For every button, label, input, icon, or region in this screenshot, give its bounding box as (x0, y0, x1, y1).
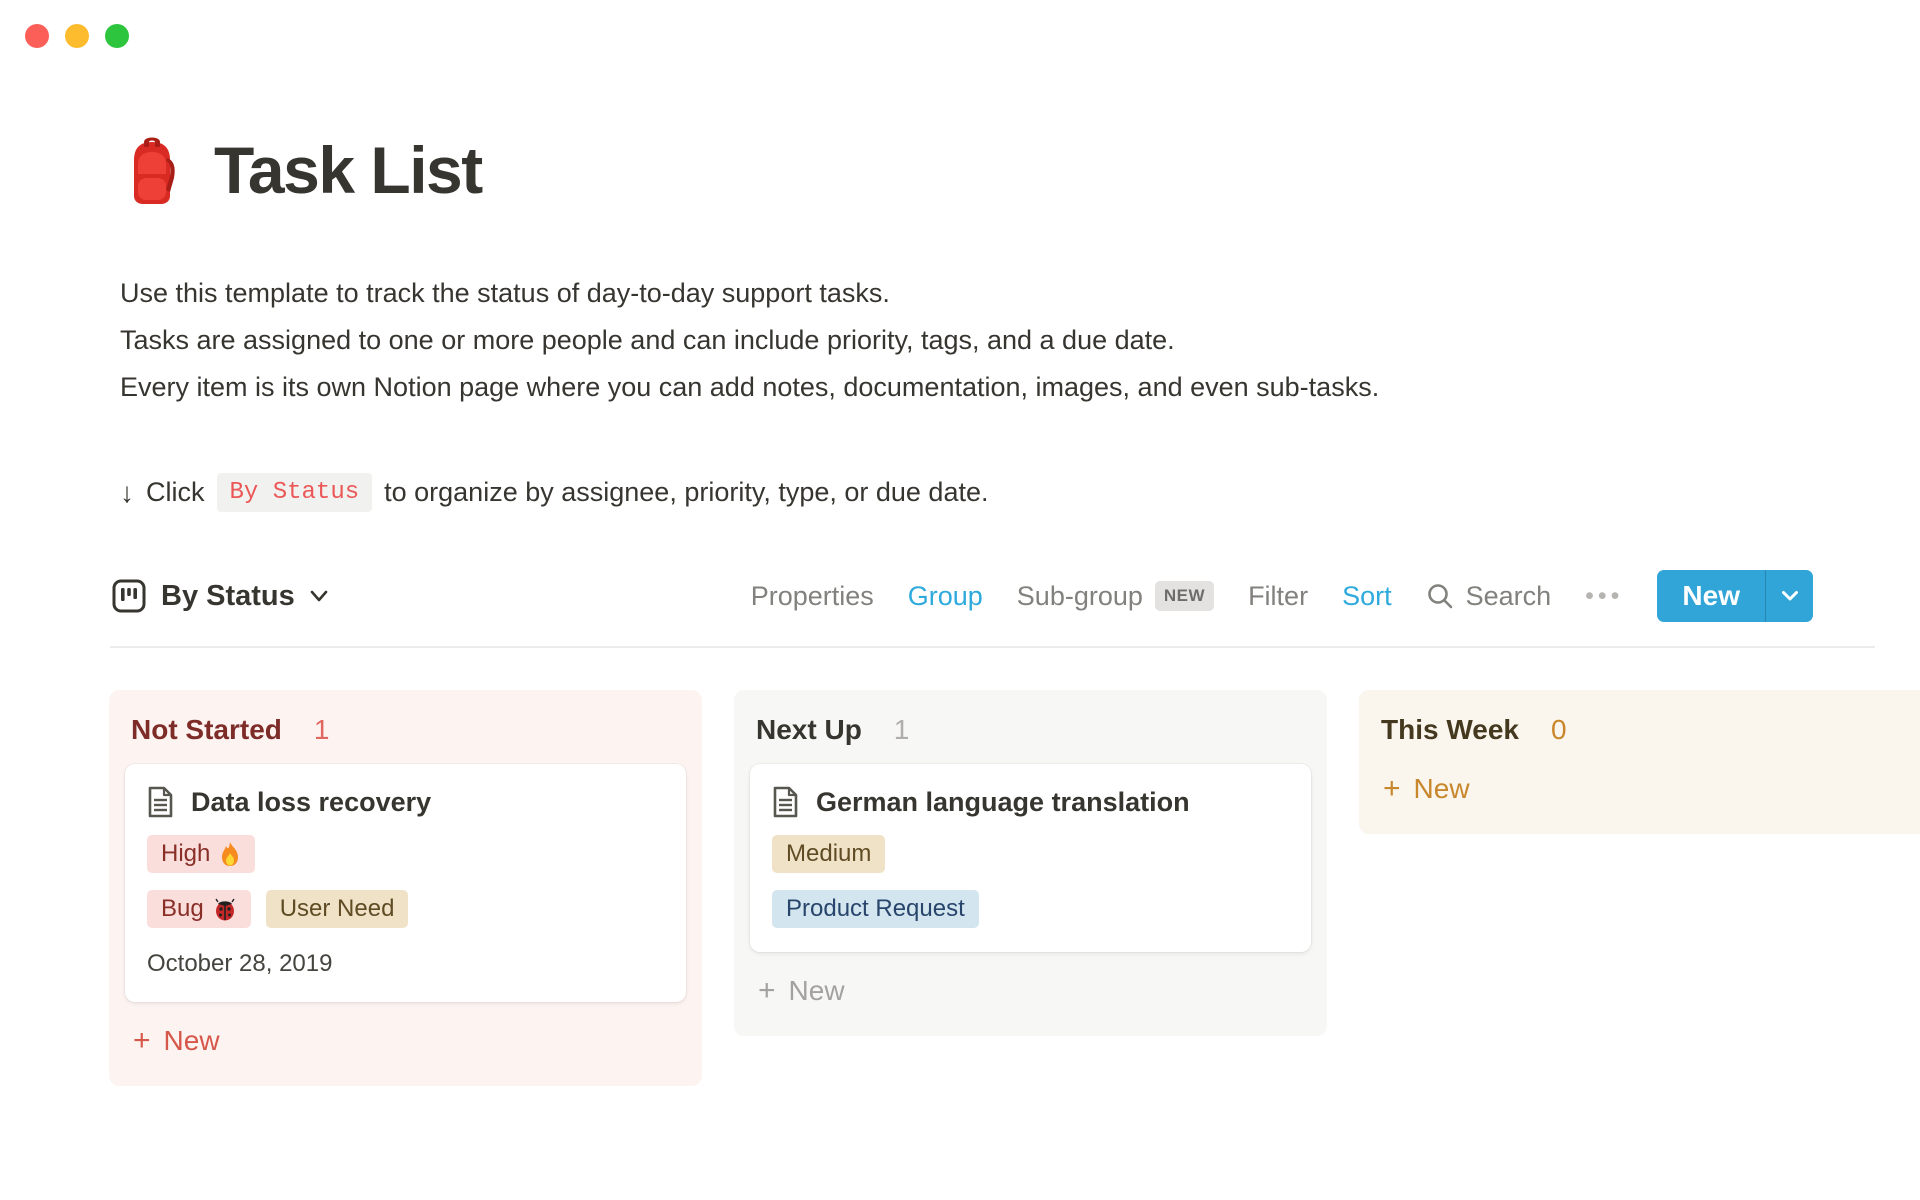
sub-group-button[interactable]: Sub-group NEW (1017, 581, 1214, 612)
ladybug-emoji-icon (213, 897, 237, 921)
task-card-data-loss-recovery[interactable]: Data loss recovery High Bug (125, 764, 686, 1002)
close-button[interactable] (25, 24, 49, 48)
tag-label: Bug (161, 895, 204, 923)
sort-button[interactable]: Sort (1342, 581, 1392, 612)
column-count: 1 (894, 714, 910, 746)
hint-pre-text: Click (146, 477, 205, 508)
search-icon (1426, 582, 1454, 610)
card-due-date: October 28, 2019 (147, 950, 664, 978)
plus-icon: + (1383, 772, 1401, 806)
search-button[interactable]: Search (1426, 581, 1552, 612)
column-title: This Week (1381, 714, 1519, 746)
view-toolbar: By Status Properties Group Sub-group NEW… (111, 570, 1813, 622)
task-card-german-language-translation[interactable]: German language translation Medium Produ… (750, 764, 1311, 952)
page-title: Task List (214, 132, 482, 208)
backpack-emoji-icon (120, 134, 184, 206)
column-header[interactable]: Not Started 1 (109, 690, 702, 764)
hint-line: ↓ Click By Status to organize by assigne… (120, 473, 1920, 512)
tag-label: High (161, 840, 210, 868)
add-card-button[interactable]: + New (734, 952, 1327, 1036)
tag-label: User Need (280, 895, 395, 923)
new-button[interactable]: New (1657, 570, 1765, 622)
view-switcher[interactable]: By Status (111, 578, 329, 614)
column-header[interactable]: Next Up 1 (734, 690, 1327, 764)
page-header: Task List (120, 132, 1920, 208)
by-status-code-chip: By Status (217, 473, 373, 512)
view-name: By Status (161, 580, 295, 613)
column-next-up: Next Up 1 German language translation (734, 690, 1327, 1036)
tag-product-request[interactable]: Product Request (772, 890, 979, 928)
tag-label: Product Request (786, 895, 965, 923)
tag-bug[interactable]: Bug (147, 890, 251, 928)
add-card-label: New (789, 975, 845, 1007)
add-card-label: New (164, 1025, 220, 1057)
description-line: Every item is its own Notion page where … (120, 364, 1920, 411)
toolbar-divider (110, 646, 1875, 648)
add-card-label: New (1414, 773, 1470, 805)
properties-button[interactable]: Properties (751, 581, 874, 612)
description-line: Use this template to track the status of… (120, 270, 1920, 317)
column-title: Not Started (131, 714, 282, 746)
search-label: Search (1466, 581, 1552, 612)
zoom-button[interactable] (105, 24, 129, 48)
group-button[interactable]: Group (908, 581, 983, 612)
chevron-down-icon (1781, 590, 1799, 602)
fire-emoji-icon (219, 841, 241, 867)
chevron-down-icon (309, 589, 329, 603)
toolbar-menu: Properties Group Sub-group NEW Filter So… (751, 570, 1813, 622)
kanban-board: Not Started 1 Data loss recovery (109, 690, 1920, 1086)
page-content: Task List Use this template to track the… (0, 132, 1920, 1086)
tag-medium[interactable]: Medium (772, 835, 885, 873)
column-count: 1 (314, 714, 330, 746)
page-icon (147, 786, 174, 818)
card-title: German language translation (816, 787, 1190, 818)
add-card-button[interactable]: + New (109, 1002, 702, 1086)
board-view-icon (111, 578, 147, 614)
new-split-button: New (1657, 570, 1813, 622)
filter-button[interactable]: Filter (1248, 581, 1308, 612)
column-not-started: Not Started 1 Data loss recovery (109, 690, 702, 1086)
description-line: Tasks are assigned to one or more people… (120, 317, 1920, 364)
plus-icon: + (758, 974, 776, 1008)
column-title: Next Up (756, 714, 862, 746)
add-card-button[interactable]: + New (1359, 764, 1920, 834)
window-controls (25, 24, 129, 48)
page-description: Use this template to track the status of… (120, 270, 1920, 411)
sub-group-label: Sub-group (1017, 581, 1143, 612)
tag-label: Medium (786, 840, 871, 868)
card-title: Data loss recovery (191, 787, 431, 818)
plus-icon: + (133, 1024, 151, 1058)
tag-high[interactable]: High (147, 835, 255, 873)
new-feature-badge: NEW (1155, 581, 1214, 611)
more-options-button[interactable]: ••• (1585, 582, 1623, 611)
column-this-week: This Week 0 + New (1359, 690, 1920, 834)
hint-post-text: to organize by assignee, priority, type,… (384, 477, 988, 508)
column-count: 0 (1551, 714, 1567, 746)
minimize-button[interactable] (65, 24, 89, 48)
new-button-dropdown[interactable] (1765, 570, 1813, 622)
tag-user-need[interactable]: User Need (266, 890, 409, 928)
column-header[interactable]: This Week 0 (1359, 690, 1920, 764)
down-arrow-icon: ↓ (120, 477, 134, 509)
page-icon (772, 786, 799, 818)
